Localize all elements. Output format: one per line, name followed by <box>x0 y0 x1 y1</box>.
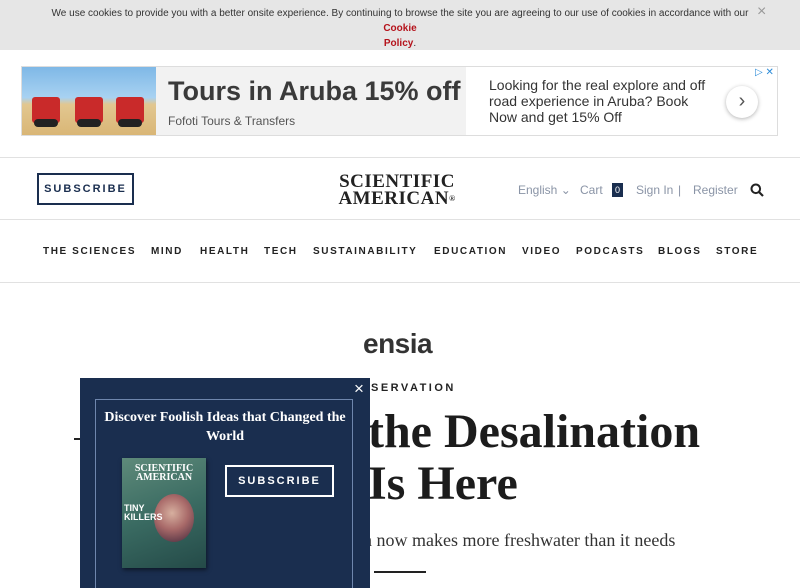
nav-item-mind[interactable]: MIND <box>151 246 183 257</box>
magazine-cover[interactable]: SCIENTIFIC AMERICAN TINY KILLERS <box>122 458 206 568</box>
ad-advertiser[interactable]: Fofoti Tours & Transfers <box>168 114 295 128</box>
ad-text-panel[interactable]: Tours in Aruba 15% off Fofoti Tours & Tr… <box>156 67 466 135</box>
close-icon[interactable]: × <box>757 3 766 21</box>
buggy-graphic <box>116 97 144 127</box>
cookie-banner: We use cookies to provide you with a bet… <box>0 0 800 50</box>
article-dek-container: h now makes more freshwater than it need… <box>353 525 713 555</box>
headline-line2: Is Here <box>368 457 518 510</box>
partner-logo[interactable]: ensia <box>363 328 433 360</box>
buggy-graphic <box>75 97 103 127</box>
magazine-cover-headline: TINY KILLERS <box>124 503 163 522</box>
nav-item-video[interactable]: VIDEO <box>522 246 561 257</box>
ad-choices-icon[interactable]: ▷ ✕ <box>755 67 774 78</box>
popup-frame: Discover Foolish Ideas that Changed the … <box>95 399 353 588</box>
popup-subscribe-button[interactable]: SUBSCRIBE <box>225 465 334 497</box>
ad-banner[interactable]: Tours in Aruba 15% off Fofoti Tours & Tr… <box>21 66 778 136</box>
nav-item-education[interactable]: EDUCATION <box>434 246 507 257</box>
divider <box>0 157 800 158</box>
chevron-right-icon[interactable]: › <box>726 86 758 118</box>
logo-line2: AMERICAN® <box>338 188 456 209</box>
nav-item-health[interactable]: HEALTH <box>200 246 249 257</box>
divider <box>0 219 800 220</box>
close-icon[interactable]: × <box>354 379 364 399</box>
cart-link[interactable]: Cart <box>580 183 603 197</box>
register-link[interactable]: Register <box>693 183 738 197</box>
chevron-down-icon: ⌄ <box>560 183 571 197</box>
cookie-message-text: We use cookies to provide you with a bet… <box>51 8 749 19</box>
site-logo[interactable]: SCIENTIFIC AMERICAN® <box>338 172 456 209</box>
nav-item-blogs[interactable]: BLOGS <box>658 246 702 257</box>
search-icon[interactable] <box>750 183 764 197</box>
cart-count-badge[interactable]: 0 <box>612 183 623 197</box>
buggy-graphic <box>32 97 60 127</box>
nav-item-the-sciences[interactable]: THE SCIENCES <box>43 246 136 257</box>
ad-image[interactable] <box>22 67 156 135</box>
nav-item-tech[interactable]: TECH <box>264 246 298 257</box>
nav-item-sustainability[interactable]: SUSTAINABILITY <box>313 246 417 257</box>
magazine-masthead: SCIENTIFIC AMERICAN <box>134 463 194 483</box>
subscribe-button[interactable]: SUBSCRIBE <box>37 173 134 205</box>
headline-line1: the Desalination <box>368 405 701 458</box>
popup-title: Discover Foolish Ideas that Changed the … <box>104 410 346 444</box>
subscribe-popup: × Discover Foolish Ideas that Changed th… <box>80 378 370 588</box>
nav-item-podcasts[interactable]: PODCASTS <box>576 246 644 257</box>
language-selector[interactable]: English ⌄ <box>518 183 571 197</box>
cookie-message: We use cookies to provide you with a bet… <box>40 6 760 51</box>
divider <box>0 282 800 283</box>
sign-in-link[interactable]: Sign In <box>636 183 673 197</box>
article-category[interactable]: SERVATION <box>371 382 456 394</box>
cookie-period: . <box>413 38 417 49</box>
ad-headline[interactable]: Tours in Aruba 15% off <box>168 76 461 107</box>
separator: | <box>678 183 682 197</box>
nav-item-store[interactable]: STORE <box>716 246 758 257</box>
divider <box>374 571 426 573</box>
article-dek: h now makes more freshwater than it need… <box>363 530 676 550</box>
cookie-policy-link[interactable]: Cookie Policy <box>383 23 416 49</box>
ad-description[interactable]: Looking for the real explore and off roa… <box>489 77 719 125</box>
